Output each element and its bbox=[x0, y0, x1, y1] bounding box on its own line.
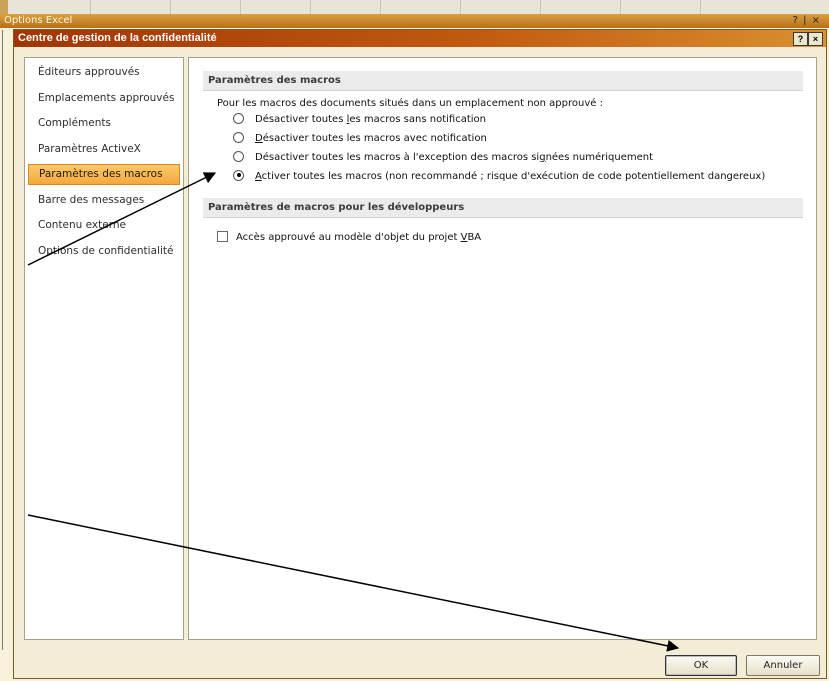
checkbox-icon[interactable] bbox=[217, 230, 228, 242]
outer-window-frame bbox=[2, 30, 13, 650]
outer-window-titlebar: Options Excel ? | × bbox=[0, 14, 829, 28]
radio-button-icon[interactable] bbox=[233, 150, 244, 162]
sidebar-item-parametres-macros[interactable]: Paramètres des macros bbox=[28, 164, 180, 185]
background-grip bbox=[0, 0, 8, 14]
dialog-title: Centre de gestion de la confidentialité bbox=[18, 32, 217, 44]
sidebar-item-parametres-activex[interactable]: Paramètres ActiveX bbox=[28, 139, 180, 160]
help-button[interactable]: ? bbox=[793, 32, 808, 46]
dialog-titlebar: Centre de gestion de la confidentialité … bbox=[14, 30, 826, 47]
developer-settings-header: Paramètres de macros pour les développeu… bbox=[203, 198, 803, 218]
radio-button-selected-icon[interactable] bbox=[233, 169, 244, 181]
trust-center-dialog: Centre de gestion de la confidentialité … bbox=[13, 29, 827, 679]
outer-window-title: Options Excel bbox=[4, 15, 73, 26]
sidebar-item-contenu-externe[interactable]: Contenu externe bbox=[28, 215, 180, 236]
ok-button[interactable]: OK bbox=[665, 655, 737, 676]
sidebar: Éditeurs approuvés Emplacements approuvé… bbox=[24, 57, 184, 640]
sidebar-item-complements[interactable]: Compléments bbox=[28, 113, 180, 134]
close-button[interactable]: × bbox=[808, 32, 823, 46]
radio-enable-all-macros[interactable]: Activer toutes les macros (non recommand… bbox=[233, 169, 765, 184]
radio-disable-with-notification[interactable]: Désactiver toutes les macros avec notifi… bbox=[233, 131, 487, 146]
sidebar-item-editeurs-approuves[interactable]: Éditeurs approuvés bbox=[28, 62, 180, 83]
background-ribbon-strip bbox=[0, 0, 829, 15]
cancel-button[interactable]: Annuler bbox=[746, 655, 820, 676]
radio-button-icon[interactable] bbox=[233, 112, 244, 124]
sidebar-item-barre-messages[interactable]: Barre des messages bbox=[28, 190, 180, 211]
sidebar-item-emplacements-approuves[interactable]: Emplacements approuvés bbox=[28, 88, 180, 109]
radio-disable-except-signed[interactable]: Désactiver toutes les macros à l'excepti… bbox=[233, 150, 653, 165]
macro-settings-header: Paramètres des macros bbox=[203, 71, 803, 91]
outer-window-buttons[interactable]: ? | × bbox=[793, 14, 821, 28]
checkbox-trust-vba-access[interactable]: Accès approuvé au modèle d'objet du proj… bbox=[217, 230, 481, 245]
radio-disable-without-notification[interactable]: Désactiver toutes les macros sans notifi… bbox=[233, 112, 486, 127]
macro-settings-description: Pour les macros des documents situés dan… bbox=[217, 98, 603, 109]
radio-button-icon[interactable] bbox=[233, 131, 244, 143]
sidebar-item-options-confidentialite[interactable]: Options de confidentialité bbox=[28, 241, 180, 262]
content-panel: Paramètres des macros Pour les macros de… bbox=[188, 57, 817, 640]
